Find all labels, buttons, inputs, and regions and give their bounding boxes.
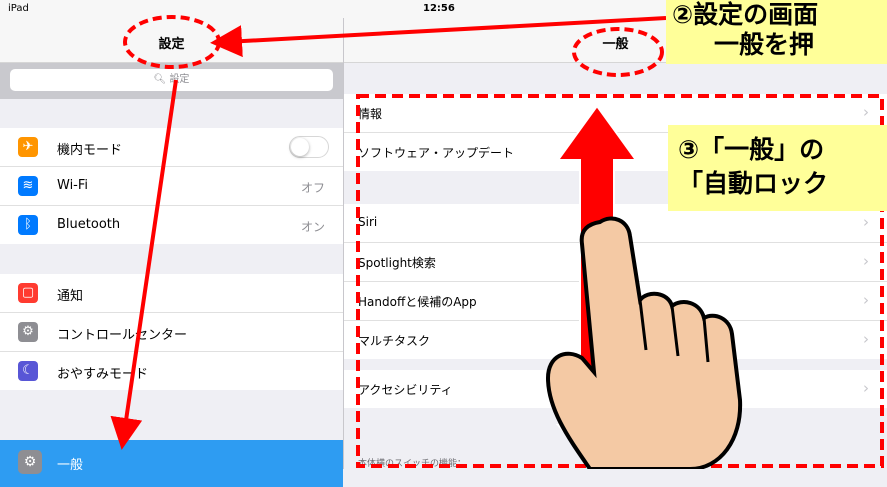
search-input[interactable]: 🔍︎ 設定 [10, 69, 333, 91]
bluetooth-status: オン [300, 220, 325, 234]
sidebar-item-label: Bluetooth [57, 217, 121, 232]
sidebar-title: 設定 [158, 37, 185, 52]
list-item-label: ソフトウェア・アップデート [358, 146, 515, 160]
bluetooth-icon: ᛒ [18, 215, 38, 235]
sidebar-item-label: コントロールセンター [57, 328, 188, 343]
sidebar-group-notifications: ▢ 通知 ⚙ コントロールセンター ☾ おやすみモード [0, 274, 343, 390]
general-group-features: Siri › Spotlight検索 › Handoffと候補のApp › マル… [344, 204, 887, 359]
wifi-status: オフ [300, 181, 325, 195]
switch-section-header: 本体横のスイッチの機能： [358, 459, 467, 469]
search-placeholder: 設定 [169, 74, 190, 85]
airplane-icon: ✈ [18, 137, 38, 157]
list-item-spotlight[interactable]: Spotlight検索 › [344, 243, 887, 282]
list-item-accessibility[interactable]: アクセシビリティ › [344, 370, 887, 408]
list-item-label: アクセシビリティ [358, 383, 453, 397]
list-item-label: Siri [358, 215, 378, 229]
list-item-multitasking[interactable]: マルチタスク › [344, 321, 887, 359]
chevron-right-icon: › [863, 252, 869, 270]
status-time: 12:56 [423, 3, 455, 14]
search-icon: 🔍︎ [153, 74, 167, 85]
device-label: iPad [8, 3, 29, 14]
airplane-mode-toggle[interactable] [289, 136, 329, 158]
sidebar-item-airplane-mode[interactable]: ✈ 機内モード [0, 128, 343, 167]
chevron-right-icon: › [863, 103, 869, 121]
step3-callout: ③「一般」の 「自動ロック [668, 125, 887, 211]
sidebar-item-label: 通知 [57, 289, 84, 304]
search-bar: 🔍︎ 設定 [0, 63, 343, 99]
step3-line1: ③「一般」の [678, 135, 825, 164]
sidebar-item-label: おやすみモード [57, 367, 149, 382]
list-item-label: Spotlight検索 [358, 256, 436, 270]
chevron-right-icon: › [863, 291, 869, 309]
list-item-handoff[interactable]: Handoffと候補のApp › [344, 282, 887, 321]
sidebar-header: 設定 [0, 18, 343, 63]
step3-line2: 「自動ロック [678, 169, 829, 198]
step2-line1: ②設定の画面 [672, 0, 819, 29]
settings-sidebar: 設定 🔍︎ 設定 ✈ 機内モード ≋ Wi-Fi オフ ᛒ Bluetooth … [0, 18, 344, 487]
list-item-label: マルチタスク [358, 334, 431, 348]
step2-line2: 一般を押 [714, 30, 815, 59]
sidebar-item-label: 一般 [57, 458, 84, 473]
chevron-right-icon: › [863, 379, 869, 397]
general-settings-pane: 一般 情報 › ソフトウェア・アップデート › Siri › Spotlight… [344, 18, 887, 469]
sidebar-item-do-not-disturb[interactable]: ☾ おやすみモード [0, 352, 343, 390]
step2-callout: ②設定の画面 一般を押 [666, 0, 887, 64]
gear-icon: ⚙ [18, 450, 42, 474]
wifi-icon: ≋ [18, 176, 38, 196]
sidebar-item-wifi[interactable]: ≋ Wi-Fi オフ [0, 167, 343, 206]
sidebar-item-control-center[interactable]: ⚙ コントロールセンター [0, 313, 343, 352]
notifications-icon: ▢ [18, 283, 38, 303]
sidebar-group-connectivity: ✈ 機内モード ≋ Wi-Fi オフ ᛒ Bluetooth オン [0, 128, 343, 244]
sidebar-item-notifications[interactable]: ▢ 通知 [0, 274, 343, 313]
list-item-label: Handoffと候補のApp [358, 295, 477, 309]
chevron-right-icon: › [863, 330, 869, 348]
list-item-label: 情報 [358, 107, 383, 121]
control-center-icon: ⚙ [18, 322, 38, 342]
general-group-accessibility: アクセシビリティ › [344, 370, 887, 408]
chevron-right-icon: › [863, 213, 869, 231]
sidebar-item-general[interactable]: ⚙ 一般 [0, 440, 343, 487]
moon-icon: ☾ [18, 361, 38, 381]
sidebar-item-label: 機内モード [57, 143, 123, 158]
sidebar-item-bluetooth[interactable]: ᛒ Bluetooth オン [0, 206, 343, 244]
sidebar-item-label: Wi-Fi [57, 178, 89, 193]
